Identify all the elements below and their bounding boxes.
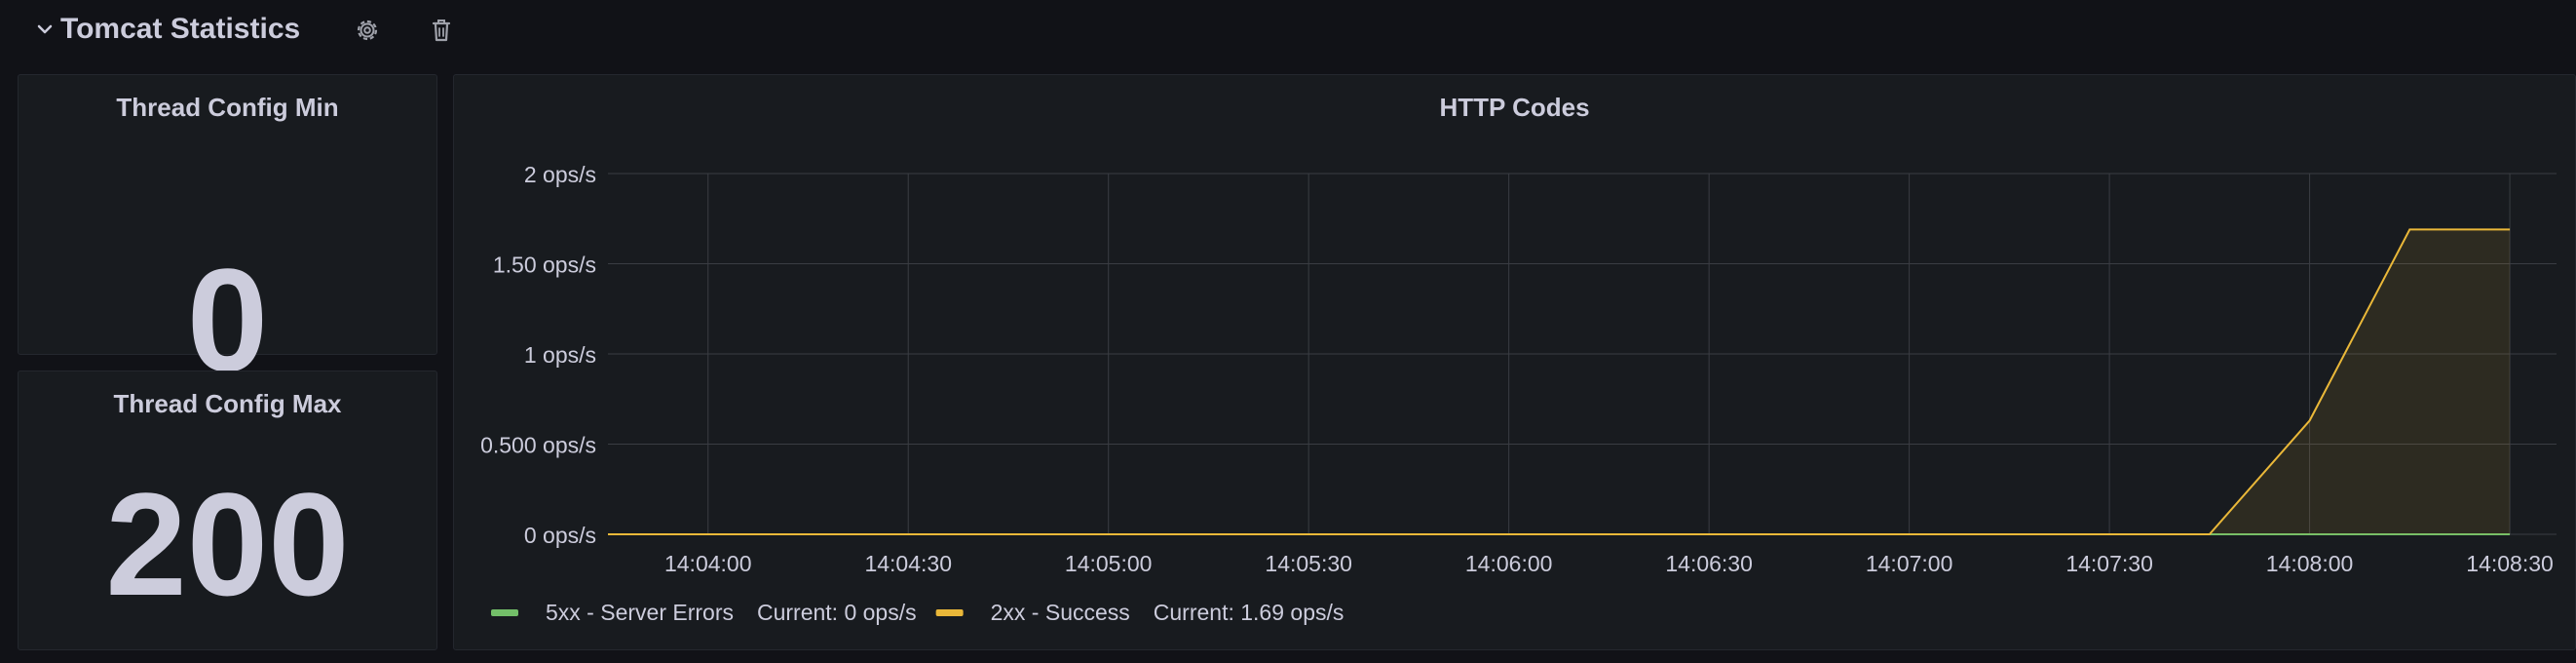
x-tick-label: 14:07:00 (1866, 551, 1953, 576)
legend-label: 2xx - Success (991, 600, 1130, 625)
x-tick-label: 14:05:30 (1265, 551, 1352, 576)
legend-label: 5xx - Server Errors (546, 600, 734, 625)
legend-swatch (935, 609, 964, 616)
y-axis-labels: 0 ops/s 0.500 ops/s 1 ops/s 1.50 ops/s 2 ops… (480, 162, 596, 548)
legend-swatch (491, 609, 518, 616)
x-tick-label: 14:04:00 (664, 551, 752, 576)
legend-current: Current: 1.69 ops/s (1154, 600, 1345, 625)
y-tick-label: 1.50 ops/s (493, 253, 596, 278)
series-area (608, 229, 2511, 534)
x-tick-label: 14:06:00 (1465, 551, 1553, 576)
http-codes-chart[interactable]: 0 ops/s 0.500 ops/s 1 ops/s 1.50 ops/s 2 ops… (0, 0, 2576, 663)
y-tick-label: 0 ops/s (524, 523, 596, 548)
chart-legend: 5xx - Server Errors Current: 0 ops/s 2xx -… (491, 600, 1344, 625)
x-axis-labels: 14:04:00 14:04:30 14:05:00 14:05:30 14:06:00… (664, 551, 2554, 576)
x-tick-label: 14:08:00 (2266, 551, 2354, 576)
x-tick-label: 14:08:30 (2466, 551, 2554, 576)
x-tick-label: 14:07:30 (2065, 551, 2153, 576)
y-tick-label: 2 ops/s (524, 162, 596, 187)
x-tick-label: 14:05:00 (1065, 551, 1153, 576)
y-tick-label: 1 ops/s (524, 342, 596, 368)
legend-current: Current: 0 ops/s (757, 600, 917, 625)
chart-series (608, 228, 2511, 535)
series-line (608, 228, 2511, 535)
x-tick-label: 14:04:30 (864, 551, 952, 576)
y-tick-label: 0.500 ops/s (480, 433, 596, 458)
x-tick-label: 14:06:30 (1665, 551, 1753, 576)
